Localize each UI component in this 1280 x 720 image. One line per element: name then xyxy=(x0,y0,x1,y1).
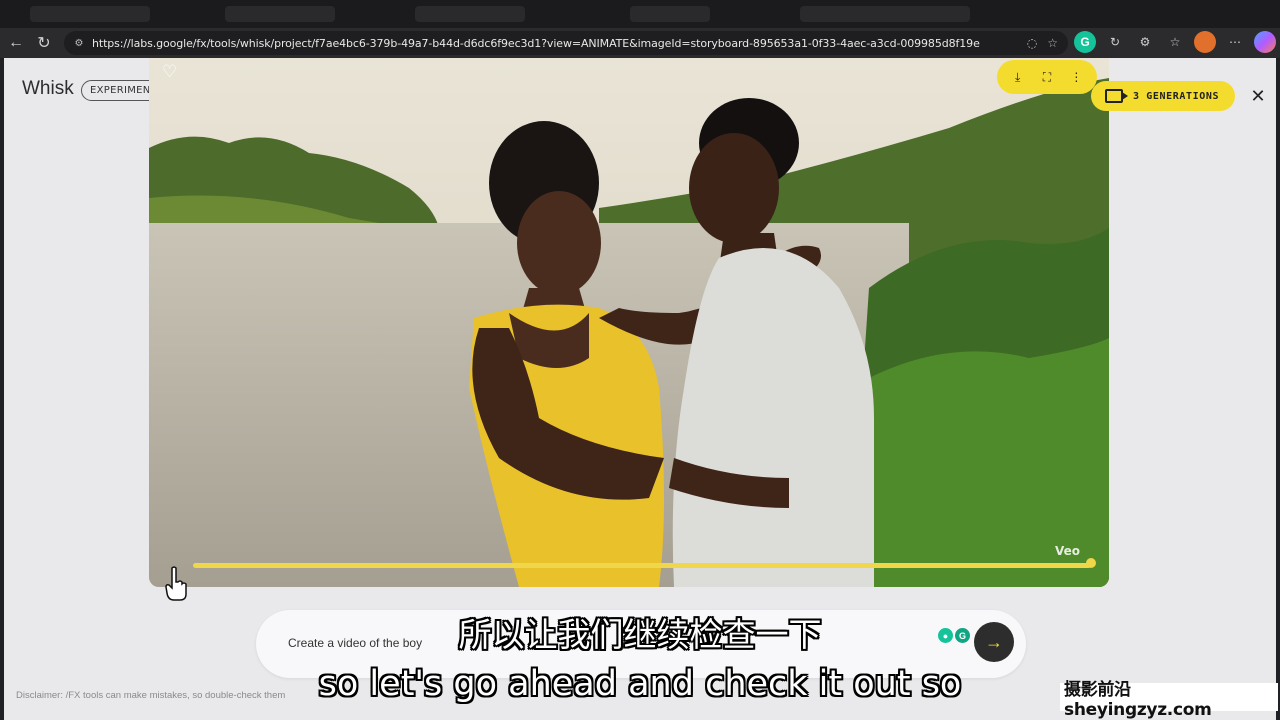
more-vert-icon[interactable]: ⋮ xyxy=(1065,66,1087,88)
tab[interactable] xyxy=(630,6,710,22)
reload-icon[interactable]: ↻ xyxy=(30,29,58,57)
extension-icon[interactable]: ↻ xyxy=(1104,31,1126,53)
corner-watermark: 摄影前沿 sheyingzyz.com xyxy=(1060,680,1278,720)
app-logo[interactable]: Whisk xyxy=(22,78,74,100)
url-text: https://labs.google/fx/tools/whisk/proje… xyxy=(92,36,980,50)
more-icon[interactable]: ⋯ xyxy=(1224,31,1246,53)
video-player[interactable]: Veo xyxy=(149,58,1109,587)
heart-icon[interactable]: ♡ xyxy=(162,62,182,81)
tab[interactable] xyxy=(800,6,970,22)
copilot-icon[interactable] xyxy=(1254,31,1276,53)
hand-cursor-icon xyxy=(165,566,187,601)
address-bar[interactable]: ⚙ https://labs.google/fx/tools/whisk/pro… xyxy=(64,31,1068,55)
grammarly-icon[interactable]: G xyxy=(1074,31,1096,53)
video-progress-bar[interactable] xyxy=(193,563,1091,568)
download-icon[interactable]: ⤓ xyxy=(1007,66,1029,88)
tab[interactable] xyxy=(225,6,335,22)
profile-icon[interactable] xyxy=(1194,31,1216,53)
eye-off-icon[interactable]: ◌ xyxy=(1027,36,1037,50)
image-actions-toolbar: ⤓ ⛶ ⋮ xyxy=(997,60,1097,94)
favorites-icon[interactable]: ☆ xyxy=(1164,31,1186,53)
site-info-icon[interactable]: ⚙ xyxy=(72,36,86,50)
split-icon[interactable]: ⚙ xyxy=(1134,31,1156,53)
progress-thumb[interactable] xyxy=(1086,558,1096,568)
back-icon[interactable]: ← xyxy=(2,29,30,57)
veo-watermark: Veo xyxy=(1055,544,1081,558)
subtitle-chinese: 所以让我们继续检查一下 xyxy=(458,615,822,654)
generations-label: 3 GENERATIONS xyxy=(1133,90,1220,102)
generations-button[interactable]: 3 GENERATIONS xyxy=(1091,81,1235,111)
video-frame-image xyxy=(149,58,1109,587)
tab[interactable] xyxy=(415,6,525,22)
star-icon[interactable]: ☆ xyxy=(1047,36,1058,50)
close-icon[interactable]: ✕ xyxy=(1247,85,1269,107)
tab-strip xyxy=(0,0,1280,28)
video-icon xyxy=(1105,89,1128,103)
fullscreen-icon[interactable]: ⛶ xyxy=(1036,66,1058,88)
browser-toolbar: ← ↻ ⚙ https://labs.google/fx/tools/whisk… xyxy=(0,28,1280,58)
tab[interactable] xyxy=(30,6,150,22)
